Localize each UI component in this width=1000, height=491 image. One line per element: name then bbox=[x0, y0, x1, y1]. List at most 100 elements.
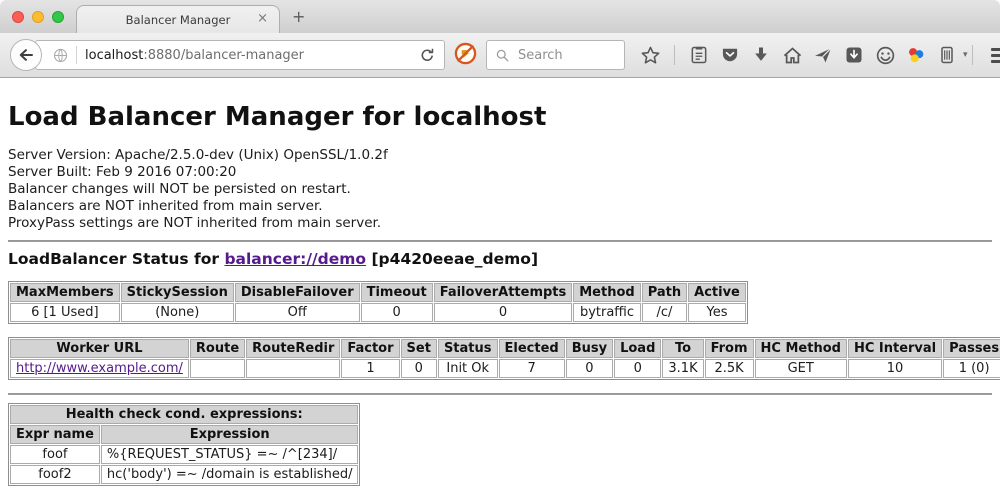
cell-disablefailover: Off bbox=[235, 303, 360, 322]
worker-header-row: Worker URL Route RouteRedir Factor Set S… bbox=[10, 339, 1000, 358]
cell-to: 3.1K bbox=[662, 359, 703, 378]
new-tab-button[interactable]: + bbox=[292, 7, 305, 26]
cell-status: Init Ok bbox=[438, 359, 498, 378]
server-info: Server Version: Apache/2.5.0-dev (Unix) … bbox=[8, 147, 992, 232]
reading-list-icon[interactable] bbox=[688, 44, 710, 66]
column-header: To bbox=[662, 339, 703, 358]
back-button[interactable] bbox=[10, 39, 42, 71]
column-header: Load bbox=[614, 339, 661, 358]
column-header: MaxMembers bbox=[10, 283, 120, 302]
cell-path: /c/ bbox=[642, 303, 687, 322]
cell-active: Yes bbox=[688, 303, 746, 322]
proxypass-notice-line: ProxyPass settings are NOT inherited fro… bbox=[8, 215, 992, 232]
status-heading-prefix: LoadBalancer Status for bbox=[8, 250, 224, 268]
cell-timeout: 0 bbox=[361, 303, 433, 322]
cell-hc-method: GET bbox=[755, 359, 847, 378]
server-built-line: Server Built: Feb 9 2016 07:00:20 bbox=[8, 164, 992, 181]
column-header: Worker URL bbox=[10, 339, 189, 358]
pocket-icon[interactable] bbox=[719, 44, 741, 66]
column-header: Expression bbox=[101, 425, 359, 444]
balancer-demo-link[interactable]: balancer://demo bbox=[224, 250, 366, 268]
cell-failoverattempts: 0 bbox=[434, 303, 573, 322]
cell-stickysession: (None) bbox=[121, 303, 234, 322]
column-header: Method bbox=[573, 283, 640, 302]
toolbar-icons: ▾ bbox=[639, 44, 968, 66]
globe-icon bbox=[52, 47, 69, 64]
section-divider bbox=[8, 393, 992, 395]
column-header: FailoverAttempts bbox=[434, 283, 573, 302]
search-bar[interactable] bbox=[486, 40, 625, 70]
page-title: Load Balancer Manager for localhost bbox=[8, 102, 992, 132]
status-heading-suffix: [p4420eeae_demo] bbox=[366, 250, 538, 268]
health-table-caption: Health check cond. expressions: bbox=[10, 405, 358, 424]
container-extension-icon[interactable] bbox=[936, 44, 958, 66]
downloads-icon[interactable] bbox=[750, 44, 772, 66]
cell-busy: 0 bbox=[566, 359, 613, 378]
column-header: StickySession bbox=[121, 283, 234, 302]
flashblock-icon[interactable] bbox=[454, 42, 477, 69]
column-header: HC Method bbox=[755, 339, 847, 358]
column-header: HC Interval bbox=[848, 339, 942, 358]
url-host: localhost bbox=[85, 48, 143, 63]
cell-load: 0 bbox=[614, 359, 661, 378]
cell-expr-name: foof bbox=[10, 445, 100, 464]
column-header: Elected bbox=[499, 339, 565, 358]
inherit-notice-line: Balancers are NOT inherited from main se… bbox=[8, 198, 992, 215]
zoom-window-button[interactable] bbox=[52, 11, 64, 23]
tab-close-icon[interactable]: × bbox=[257, 12, 268, 26]
worker-data-row: http://www.example.com/ 1 0 Init Ok 7 0 … bbox=[10, 359, 1000, 378]
column-header: Path bbox=[642, 283, 687, 302]
minimize-window-button[interactable] bbox=[32, 11, 44, 23]
toolbar-divider bbox=[972, 45, 973, 65]
cell-set: 0 bbox=[401, 359, 437, 378]
section-divider bbox=[8, 240, 992, 242]
back-arrow-icon bbox=[17, 46, 35, 64]
cell-method: bytraffic bbox=[573, 303, 640, 322]
health-header-row: Expr name Expression bbox=[10, 425, 358, 444]
health-check-table: Health check cond. expressions: Expr nam… bbox=[8, 403, 360, 486]
cell-expression: hc('body') =~ /domain is established/ bbox=[101, 465, 359, 484]
colors-extension-icon[interactable] bbox=[905, 44, 927, 66]
cell-expr-name: foof2 bbox=[10, 465, 100, 484]
server-version-line: Server Version: Apache/2.5.0-dev (Unix) … bbox=[8, 147, 992, 164]
balancer-status-heading: LoadBalancer Status for balancer://demo … bbox=[8, 250, 992, 268]
reload-icon[interactable] bbox=[419, 47, 436, 64]
toolbar-divider bbox=[674, 45, 675, 65]
menu-icon[interactable] bbox=[991, 48, 1000, 63]
search-icon bbox=[495, 48, 510, 63]
search-input[interactable] bbox=[516, 47, 606, 64]
download-panel-icon[interactable] bbox=[843, 44, 865, 66]
home-icon[interactable] bbox=[781, 44, 803, 66]
url-path: :8880/balancer-manager bbox=[143, 48, 304, 63]
navigation-toolbar: localhost:8880/balancer-manager bbox=[0, 33, 1000, 78]
toolbar-right bbox=[968, 44, 1000, 66]
health-caption-row: Health check cond. expressions: bbox=[10, 405, 358, 424]
close-window-button[interactable] bbox=[12, 11, 24, 23]
browser-window: Balancer Manager × + localhost:8880/bala… bbox=[0, 0, 1000, 491]
tab-bar: Balancer Manager × + bbox=[0, 0, 1000, 33]
send-tab-icon[interactable] bbox=[812, 44, 834, 66]
balancer-params-table: MaxMembers StickySession DisableFailover… bbox=[8, 281, 748, 324]
worker-url-link[interactable]: http://www.example.com/ bbox=[16, 361, 183, 376]
column-header: Status bbox=[438, 339, 498, 358]
column-header: Expr name bbox=[10, 425, 100, 444]
feedback-smiley-icon[interactable] bbox=[874, 44, 896, 66]
page-content: Load Balancer Manager for localhost Serv… bbox=[0, 102, 1000, 491]
window-controls bbox=[12, 11, 64, 23]
url-bar[interactable]: localhost:8880/balancer-manager bbox=[35, 40, 445, 70]
tab-balancer-manager[interactable]: Balancer Manager × bbox=[76, 5, 280, 33]
cell-from: 2.5K bbox=[705, 359, 754, 378]
cell-passes: 1 (0) bbox=[943, 359, 1000, 378]
url-text[interactable]: localhost:8880/balancer-manager bbox=[85, 48, 419, 63]
persist-notice-line: Balancer changes will NOT be persisted o… bbox=[8, 181, 992, 198]
column-header: Factor bbox=[341, 339, 399, 358]
cell-routeredir bbox=[246, 359, 340, 378]
balancer-header-row: MaxMembers StickySession DisableFailover… bbox=[10, 283, 746, 302]
health-data-row: foof2 hc('body') =~ /domain is establish… bbox=[10, 465, 358, 484]
bookmark-star-icon[interactable] bbox=[639, 44, 661, 66]
tab-title: Balancer Manager bbox=[126, 13, 231, 27]
cell-hc-interval: 10 bbox=[848, 359, 942, 378]
column-header: Busy bbox=[566, 339, 613, 358]
urlbar-divider bbox=[76, 46, 77, 64]
column-header: Set bbox=[401, 339, 437, 358]
